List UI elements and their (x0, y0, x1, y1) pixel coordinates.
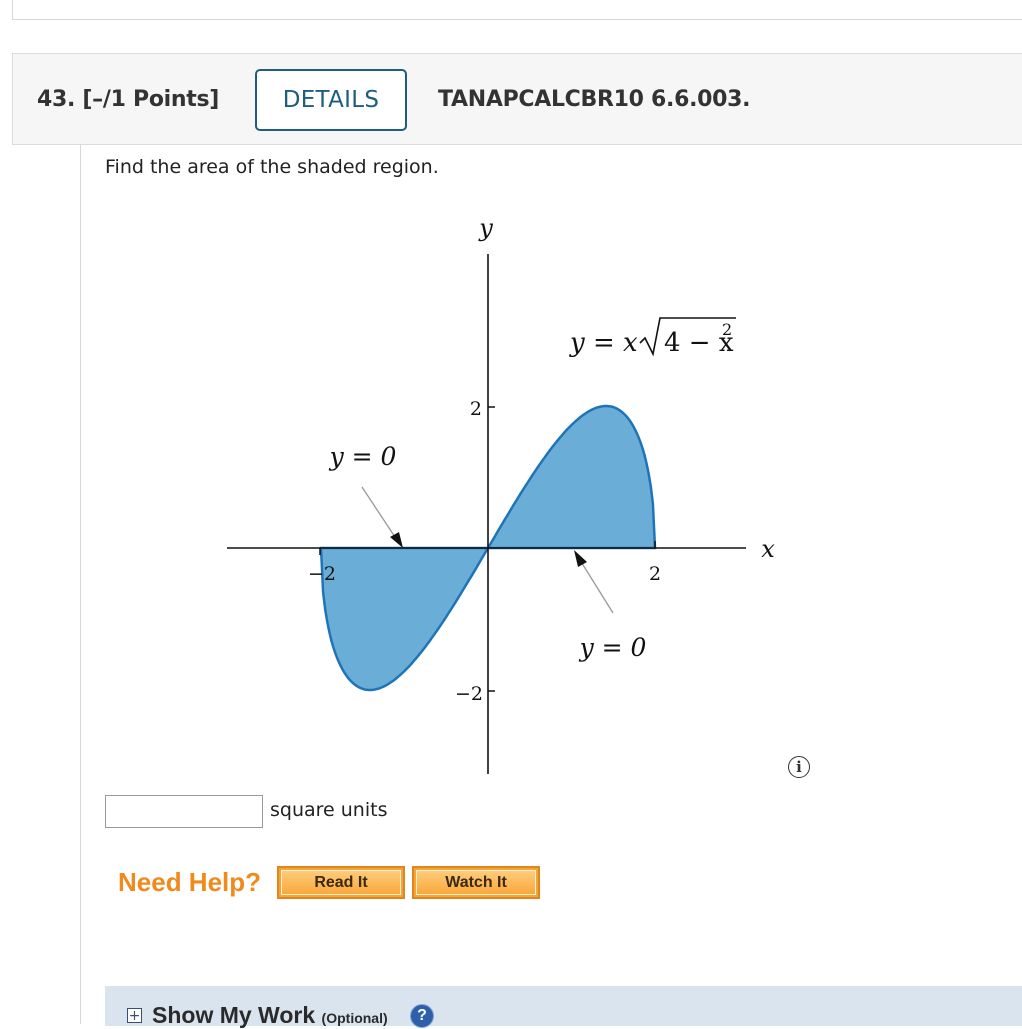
x-axis-label: x (761, 535, 775, 563)
need-help-label: Need Help? (118, 867, 262, 897)
x-tick-label-pos: 2 (649, 563, 661, 585)
plus-icon[interactable]: + (127, 1008, 142, 1023)
curve-equation-lhs: y = x (569, 328, 638, 358)
read-it-label: Read It (281, 870, 401, 895)
question-icon[interactable]: ? (410, 1004, 434, 1028)
x-tick-label-neg: −2 (308, 563, 336, 585)
y-axis-label: y (478, 214, 493, 242)
curve-equation-exponent: 2 (722, 320, 732, 339)
label-y0-right: y = 0 (579, 633, 647, 662)
show-my-work-bar[interactable]: + Show My Work (Optional) ? (105, 986, 1022, 1029)
answer-input[interactable] (105, 795, 263, 828)
shaded-region-right (485, 404, 657, 550)
answer-units: square units (270, 799, 388, 821)
info-icon[interactable]: i (788, 756, 810, 778)
y-tick-label-neg: −2 (455, 683, 483, 705)
arrow-head-right (574, 550, 587, 567)
shaded-region-left (319, 546, 491, 692)
read-it-button[interactable]: Read It (277, 866, 405, 899)
show-my-work-title[interactable]: Show My Work (Optional) (152, 1002, 388, 1029)
arrow-line-right (579, 559, 614, 614)
watch-it-label: Watch It (416, 870, 536, 895)
arrow-line-left (361, 486, 398, 541)
arrow-head-left (390, 532, 403, 548)
show-my-work-label: Show My Work (152, 1002, 316, 1028)
label-y0-left: y = 0 (329, 442, 397, 471)
y-tick-label-pos: 2 (470, 398, 482, 420)
watch-it-button[interactable]: Watch It (412, 866, 540, 899)
